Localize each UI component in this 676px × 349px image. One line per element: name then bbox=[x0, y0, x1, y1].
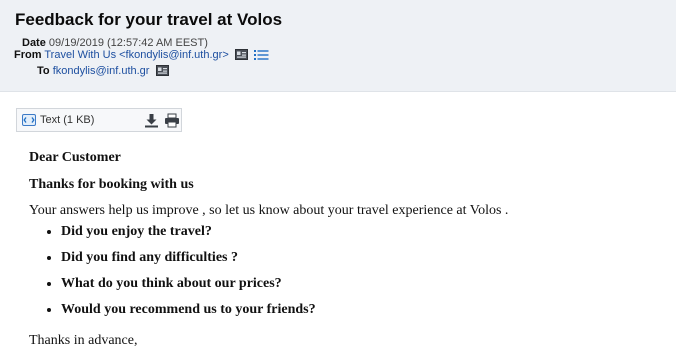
email-subject: Feedback for your travel at Volos bbox=[15, 10, 283, 29]
contact-card-icon[interactable] bbox=[234, 49, 248, 60]
to-label: To bbox=[37, 65, 50, 77]
questions-list: Did you enjoy the travel? Did you find a… bbox=[40, 219, 316, 323]
attachment-bar[interactable]: Text (1 KB) bbox=[16, 108, 182, 132]
email-header: Feedback for your travel at Volos Date 0… bbox=[0, 0, 676, 92]
to-row: To fkondylis@inf.uth.gr bbox=[37, 65, 169, 78]
to-address-link[interactable]: fkondylis@inf.uth.gr bbox=[53, 65, 150, 77]
print-icon[interactable] bbox=[164, 113, 180, 128]
list-item: Would you recommend us to your friends? bbox=[61, 297, 316, 323]
list-item: Did you enjoy the travel? bbox=[61, 219, 316, 245]
from-address-link[interactable]: Travel With Us <fkondylis@inf.uth.gr> bbox=[44, 49, 228, 61]
list-item: Did you find any difficulties ? bbox=[61, 245, 316, 271]
from-label: From bbox=[14, 49, 42, 61]
closing-text: Thanks in advance, bbox=[29, 333, 138, 348]
intro-text: Your answers help us improve , so let us… bbox=[29, 203, 509, 218]
from-row: From Travel With Us <fkondylis@inf.uth.g… bbox=[14, 49, 269, 62]
contact-card-icon[interactable] bbox=[155, 65, 169, 76]
list-item: What do you think about our prices? bbox=[61, 271, 316, 297]
download-icon[interactable] bbox=[144, 113, 159, 128]
text-icon bbox=[22, 114, 36, 126]
thanks-text: Thanks for booking with us bbox=[29, 177, 194, 192]
address-list-icon[interactable] bbox=[253, 49, 269, 60]
date-label: Date bbox=[22, 37, 46, 49]
date-value: 09/19/2019 (12:57:42 AM EEST) bbox=[48, 37, 208, 49]
attachment-label[interactable]: Text (1 KB) bbox=[40, 114, 94, 126]
greeting-text: Dear Customer bbox=[29, 150, 121, 165]
